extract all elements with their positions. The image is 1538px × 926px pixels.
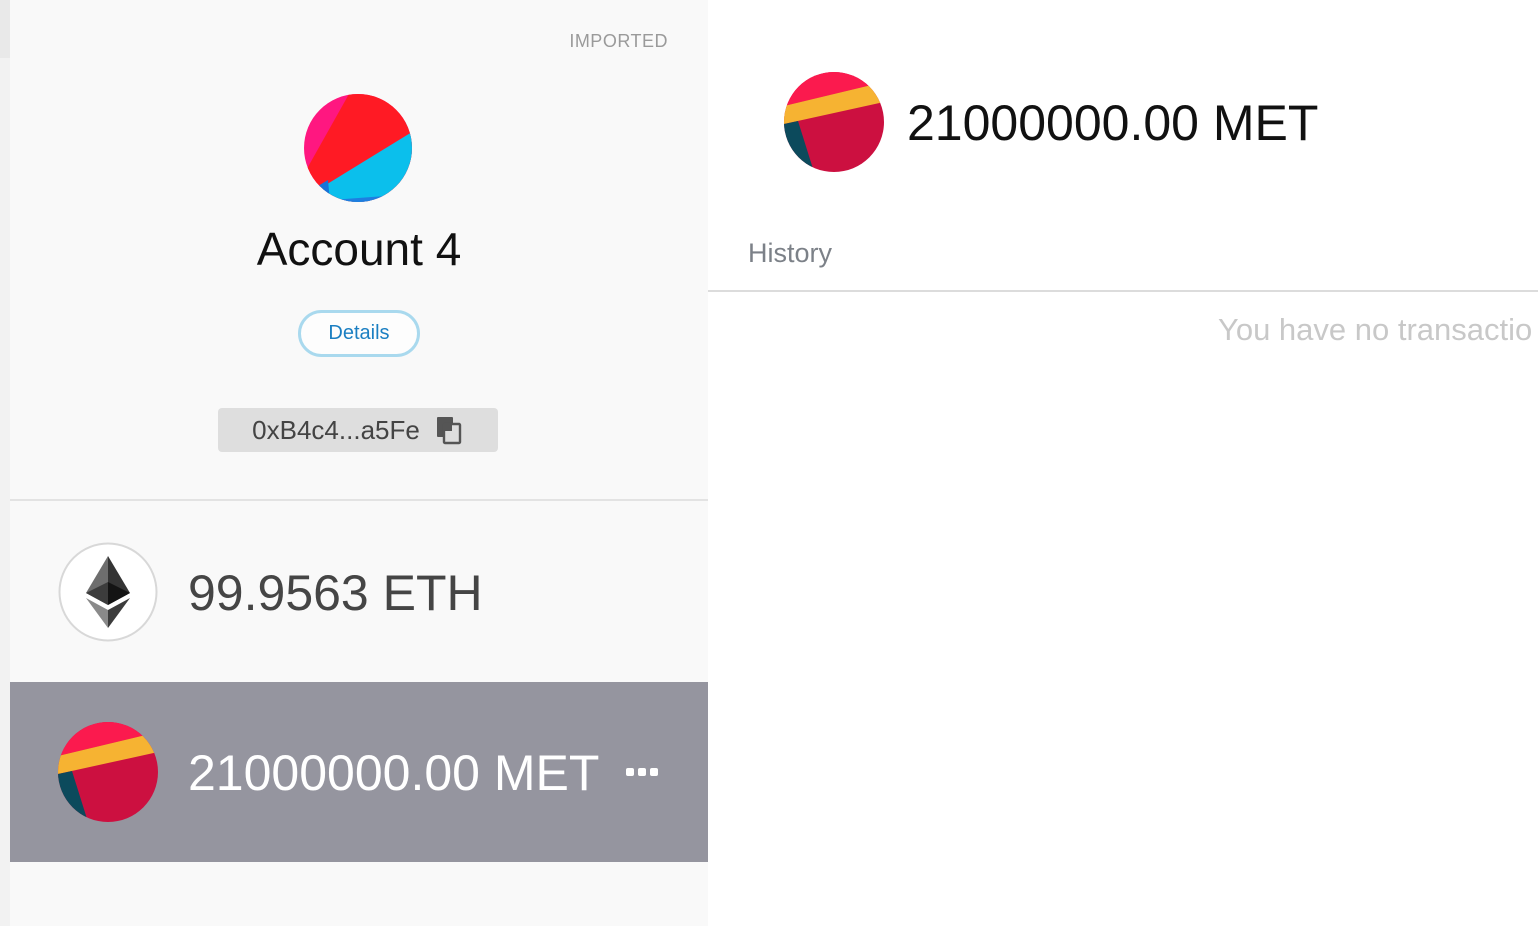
ethereum-icon: [58, 542, 158, 642]
account-sidebar: IMPORTED Account 4 Details 0xB4c4...a5Fe: [10, 0, 708, 926]
empty-transactions-message: You have no transactio: [1218, 312, 1533, 347]
met-token-icon: [58, 722, 158, 822]
token-row-met[interactable]: 21000000.00 MET: [10, 682, 708, 862]
token-amount: 99.9563 ETH: [188, 565, 483, 621]
tab-history[interactable]: History: [748, 238, 832, 269]
account-avatar-icon: [304, 94, 412, 202]
copy-icon[interactable]: [434, 415, 464, 445]
token-detail-panel: 21000000.00 MET History You have no tran…: [708, 0, 1538, 926]
account-address: 0xB4c4...a5Fe: [252, 414, 420, 445]
met-token-icon: [784, 72, 884, 172]
token-balance: 21000000.00 MET: [907, 95, 1319, 151]
more-options-icon[interactable]: [622, 758, 662, 786]
imported-badge: IMPORTED: [569, 31, 668, 51]
details-button[interactable]: Details: [298, 310, 420, 357]
window-edge-top: [0, 0, 10, 58]
account-address-copy[interactable]: 0xB4c4...a5Fe: [218, 408, 498, 452]
token-amount: 21000000.00 MET: [188, 745, 600, 801]
token-row-eth[interactable]: 99.9563 ETH: [10, 502, 708, 682]
window-edge: [0, 0, 10, 926]
section-divider: [10, 499, 708, 501]
history-divider: [708, 290, 1538, 292]
account-name: Account 4: [256, 223, 462, 275]
